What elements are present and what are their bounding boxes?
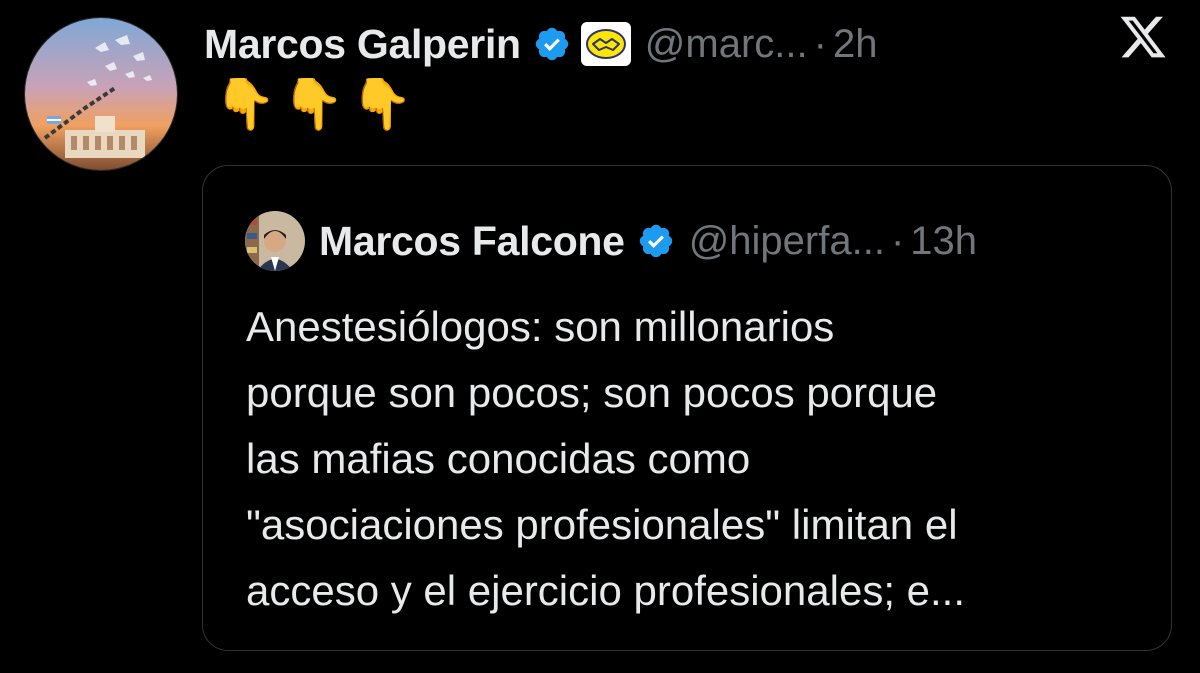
author-avatar[interactable] [24, 17, 178, 171]
quoted-tweet-card[interactable]: Marcos Falcone @hiperfa... · 13h Anestes… [202, 165, 1172, 651]
x-logo-icon[interactable] [1118, 12, 1168, 62]
verified-badge-icon[interactable] [533, 25, 571, 63]
tweet-header: Marcos Galperin @marc... · 2h [204, 14, 877, 74]
handshake-affiliate-icon[interactable] [580, 22, 631, 66]
quoted-author-avatar[interactable] [245, 211, 305, 271]
verified-badge-icon[interactable] [637, 222, 675, 260]
header-separator: · [813, 21, 827, 66]
author-handle[interactable]: @marc... [645, 22, 808, 67]
quoted-author-display-name[interactable]: Marcos Falcone [319, 218, 625, 265]
tweet-timestamp[interactable]: 2h [833, 22, 878, 67]
quoted-tweet-text: Anestesiólogos: son millonarios porque s… [246, 303, 966, 614]
quoted-header-separator: · [890, 218, 905, 263]
quoted-tweet-header: Marcos Falcone @hiperfa... · 13h [245, 206, 977, 276]
tweet-text: 👇👇👇 [214, 76, 419, 132]
quoted-author-handle[interactable]: @hiperfa... [689, 219, 885, 264]
quoted-tweet-timestamp[interactable]: 13h [910, 219, 977, 264]
author-display-name[interactable]: Marcos Galperin [204, 21, 521, 68]
